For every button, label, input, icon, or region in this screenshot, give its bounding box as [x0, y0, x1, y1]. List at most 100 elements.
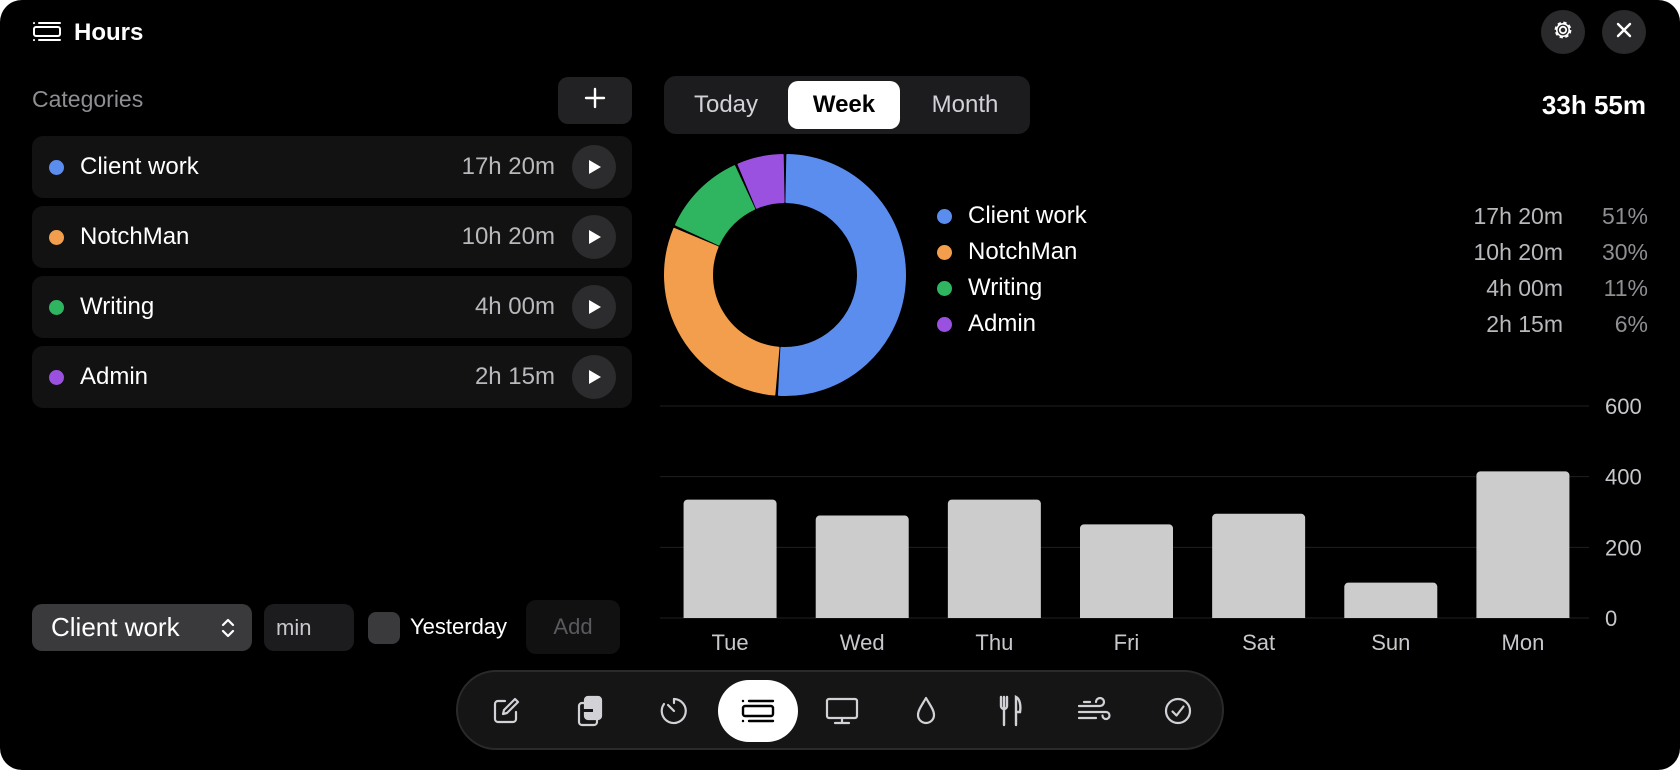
bar-sun [1344, 582, 1438, 618]
category-select[interactable]: Client work [32, 604, 252, 651]
x-tick-label: Sat [1242, 630, 1275, 655]
legend-dot-notchman [937, 245, 952, 260]
categories-heading: Categories [32, 86, 144, 112]
legend-time: 10h 20m [1473, 239, 1563, 265]
dock-item-hours[interactable] [718, 680, 798, 742]
legend-dot-writing [937, 281, 952, 296]
close-icon [1614, 20, 1634, 45]
legend-name: Client work [968, 202, 1087, 229]
category-color-dot [49, 160, 64, 175]
legend-time: 4h 00m [1486, 275, 1563, 301]
hours-list-icon [741, 699, 775, 723]
wind-icon [1077, 696, 1111, 721]
period-segmented-control: Today Week Month [664, 76, 1030, 134]
window-title: Hours [32, 17, 143, 49]
category-name: NotchMan [80, 223, 190, 250]
page-title: Hours [74, 19, 144, 46]
tab-today[interactable]: Today [670, 81, 782, 129]
bar-mon [1476, 471, 1570, 618]
dock-item-tasks[interactable] [1138, 680, 1218, 742]
dock-item-clipboard[interactable] [550, 680, 630, 742]
close-button[interactable] [1602, 10, 1646, 54]
x-tick-label: Fri [1114, 630, 1140, 655]
daily-bar-chart: 0 200 400 600 Tue Wed Thu Fri Sat Sun Mon [660, 394, 1642, 655]
legend-percent: 51% [1601, 203, 1648, 229]
compose-icon [493, 697, 520, 724]
legend-time: 17h 20m [1473, 203, 1563, 229]
y-tick-label: 400 [1605, 465, 1642, 490]
dock-item-compose[interactable] [466, 680, 546, 742]
category-time: 2h 15m [474, 363, 555, 390]
tab-month[interactable]: Month [906, 81, 1024, 129]
x-tick-label: Wed [840, 630, 885, 655]
add-category-button[interactable] [558, 77, 632, 124]
gear-icon [1551, 18, 1575, 47]
x-tick-label: Tue [712, 630, 749, 655]
dock-item-breathe[interactable] [1054, 680, 1134, 742]
checkmark-circle-icon [1164, 697, 1192, 725]
legend-time: 2h 15m [1486, 311, 1563, 337]
category-row-notchman[interactable]: NotchMan 10h 20m [32, 206, 632, 268]
y-tick-label: 600 [1605, 394, 1642, 419]
category-color-dot [49, 230, 64, 245]
category-select-value: Client work [51, 612, 180, 642]
play-icon [589, 370, 601, 384]
bottom-dock [456, 670, 1224, 750]
category-row-client-work[interactable]: Client work 17h 20m [32, 136, 632, 198]
legend-percent: 30% [1601, 239, 1648, 265]
donut-slice-notchman [664, 227, 780, 396]
dock-item-display[interactable] [802, 680, 882, 742]
category-time: 4h 00m [474, 293, 555, 320]
category-time: 17h 20m [461, 153, 555, 180]
display-icon [825, 697, 859, 725]
fork-knife-icon [999, 695, 1022, 727]
legend-dot-client-work [937, 209, 952, 224]
bar-sat [1212, 513, 1306, 618]
category-donut-chart [664, 154, 906, 396]
category-name: Admin [80, 363, 149, 390]
legend-percent: 6% [1614, 311, 1648, 337]
total-time: 33h 55m [1541, 90, 1646, 120]
hours-list-icon [32, 19, 62, 48]
dock-item-timer[interactable] [634, 680, 714, 742]
legend-name: Admin [968, 310, 1037, 337]
legend-dot-admin [937, 317, 952, 332]
timer-icon [660, 697, 687, 725]
y-tick-label: 200 [1605, 535, 1642, 560]
dock-item-water[interactable] [886, 680, 966, 742]
category-time: 10h 20m [461, 223, 555, 250]
start-timer-button[interactable] [572, 145, 616, 189]
water-drop-icon [916, 696, 936, 725]
dock-item-food[interactable] [970, 680, 1050, 742]
category-name: Client work [80, 153, 199, 180]
start-timer-button[interactable] [572, 215, 616, 259]
minutes-input[interactable] [264, 604, 354, 651]
clipboard-icon [577, 695, 603, 727]
category-color-dot [49, 300, 64, 315]
bar-tue [683, 499, 777, 618]
y-tick-label: 0 [1605, 606, 1617, 631]
bar-fri [1080, 524, 1173, 618]
yesterday-checkbox[interactable] [368, 612, 400, 644]
x-tick-label: Mon [1502, 630, 1545, 655]
start-timer-button[interactable] [572, 285, 616, 329]
play-icon [589, 160, 601, 174]
bar-thu [947, 499, 1041, 618]
settings-button[interactable] [1541, 10, 1585, 54]
legend-name: Writing [968, 274, 1043, 301]
start-timer-button[interactable] [572, 355, 616, 399]
plus-icon [583, 86, 607, 115]
category-row-writing[interactable]: Writing 4h 00m [32, 276, 632, 338]
category-color-dot [49, 370, 64, 385]
add-entry-button[interactable]: Add [526, 600, 620, 654]
legend-percent: 11% [1603, 275, 1648, 301]
x-tick-label: Thu [975, 630, 1013, 655]
legend-name: NotchMan [968, 238, 1078, 265]
donut-slice-writing [675, 165, 756, 246]
donut-slice-client-work [777, 154, 906, 396]
chevron-up-down-icon [220, 616, 236, 645]
category-name: Writing [80, 293, 155, 320]
tab-week[interactable]: Week [788, 81, 900, 129]
yesterday-label: Yesterday [410, 614, 508, 639]
category-row-admin[interactable]: Admin 2h 15m [32, 346, 632, 408]
